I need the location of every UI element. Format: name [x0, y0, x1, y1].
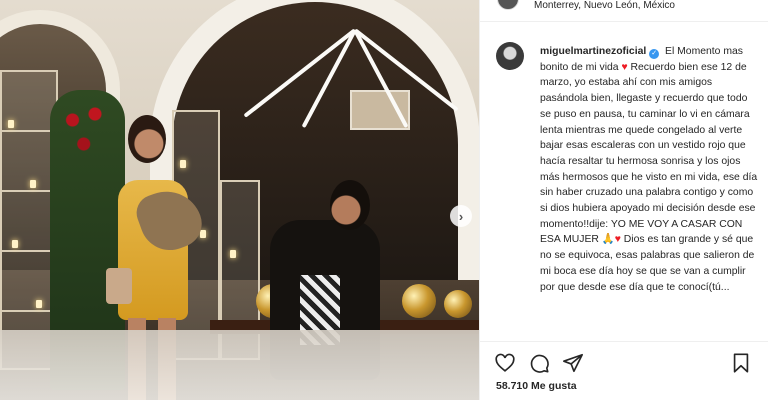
candle: [230, 250, 236, 258]
carousel-next-button[interactable]: ›: [450, 205, 472, 227]
candle: [30, 180, 36, 188]
candle: [36, 300, 42, 308]
avatar[interactable]: [497, 0, 519, 10]
caption-username[interactable]: miguelmartinezoficial: [540, 46, 646, 57]
comment-icon[interactable]: [528, 352, 550, 374]
post-header: Monterrey, Nuevo León, México: [480, 0, 768, 22]
verified-badge-icon: ✓: [649, 49, 660, 59]
gold-orb: [402, 284, 436, 318]
bookmark-icon[interactable]: [730, 352, 752, 374]
balcony-window: [350, 90, 410, 130]
caption-part: Recuerdo bien ese 12 de marzo, yo estaba…: [540, 61, 758, 246]
smoke-floor: [0, 330, 479, 400]
heart-outline-icon[interactable]: [494, 352, 516, 374]
post-photo[interactable]: ›: [0, 0, 479, 400]
candle: [180, 160, 186, 168]
avatar[interactable]: [496, 42, 524, 70]
candle: [12, 240, 18, 248]
caption: miguelmartinezoficial ✓ El Momento mas b…: [496, 42, 764, 340]
praying-hands-icon: 🙏: [601, 234, 615, 246]
gold-orb: [444, 290, 472, 318]
post-side-panel: Monterrey, Nuevo León, México miguelmart…: [479, 0, 768, 400]
chevron-right-icon: ›: [458, 208, 464, 224]
caption-text: miguelmartinezoficial ✓ El Momento mas b…: [540, 44, 760, 295]
candle: [200, 230, 206, 238]
post-actions: 58.710 Me gusta: [480, 341, 768, 400]
post-location[interactable]: Monterrey, Nuevo León, México: [534, 0, 675, 11]
likes-count[interactable]: 58.710 Me gusta: [496, 380, 577, 392]
man-head: [330, 180, 370, 230]
share-icon[interactable]: [562, 352, 584, 374]
handbag: [106, 268, 132, 304]
woman-head: [128, 115, 166, 163]
candle: [8, 120, 14, 128]
